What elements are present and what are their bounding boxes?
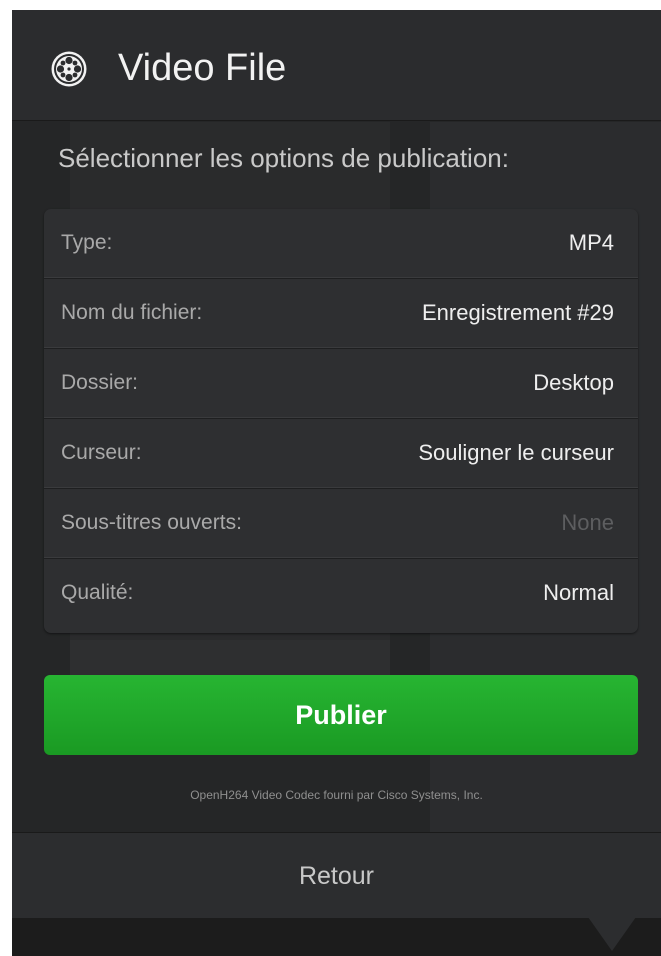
option-value: Enregistrement #29 <box>422 300 614 325</box>
background-ghost <box>70 640 390 680</box>
dialog-footer: Retour <box>12 832 661 918</box>
option-value: None <box>561 510 614 535</box>
screen: Video File Sélectionner les options de p… <box>0 0 661 956</box>
option-value: Souligner le curseur <box>418 440 614 465</box>
option-value: MP4 <box>568 230 614 255</box>
background-strip <box>12 918 661 956</box>
option-row-filename[interactable]: Nom du fichier: Enregistrement #29 <box>44 279 638 349</box>
option-label: Qualité: <box>61 581 134 604</box>
option-label: Sous-titres ouverts: <box>61 511 242 534</box>
options-heading: Sélectionner les options de publication: <box>58 143 509 173</box>
publish-button[interactable]: Publier <box>44 675 638 755</box>
option-value: Desktop <box>533 370 614 395</box>
option-label: Nom du fichier: <box>61 301 203 324</box>
option-row-quality[interactable]: Qualité: Normal <box>44 559 638 628</box>
option-value: Normal <box>543 580 614 605</box>
film-reel-icon <box>51 51 87 87</box>
option-row-captions[interactable]: Sous-titres ouverts: None <box>44 489 638 559</box>
options-list: Type: MP4 Nom du fichier: Enregistrement… <box>44 209 638 633</box>
option-label: Dossier: <box>61 371 139 394</box>
option-label: Type: <box>61 231 113 254</box>
back-button[interactable]: Retour <box>12 833 661 918</box>
popover-pointer <box>588 917 636 951</box>
dialog-header: Video File <box>12 10 661 121</box>
codec-credit: OpenH264 Video Codec fourni par Cisco Sy… <box>190 788 483 802</box>
option-row-folder[interactable]: Dossier: Desktop <box>44 349 638 419</box>
option-row-cursor[interactable]: Curseur: Souligner le curseur <box>44 419 638 489</box>
option-row-type[interactable]: Type: MP4 <box>44 209 638 279</box>
dialog-title: Video File <box>118 47 287 89</box>
option-label: Curseur: <box>61 441 142 464</box>
publish-dialog: Video File Sélectionner les options de p… <box>12 10 661 918</box>
